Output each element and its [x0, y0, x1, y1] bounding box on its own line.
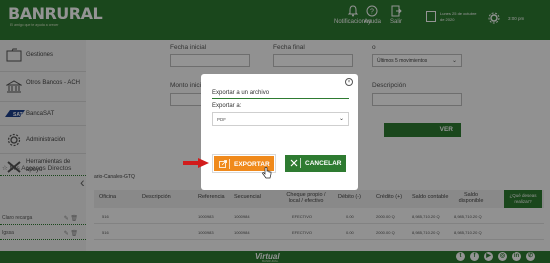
- chevron-down-icon: ⌄: [338, 116, 344, 122]
- close-icon: [290, 159, 298, 167]
- modal-title: Exportar a un archivo: [212, 90, 270, 96]
- cancel-button[interactable]: CANCELAR: [285, 155, 346, 172]
- hand-cursor-icon: [262, 167, 272, 179]
- export-modal: × Exportar a un archivo Exportar a: PDF …: [201, 74, 358, 190]
- export-format-value: PDF: [217, 117, 226, 122]
- export-format-select[interactable]: PDF ⌄: [212, 112, 349, 126]
- title-underline: [212, 98, 349, 99]
- export-format-label: Exportar a:: [212, 103, 242, 109]
- export-icon: [219, 160, 227, 168]
- cancel-button-label: CANCELAR: [305, 160, 342, 167]
- button-divider: [300, 158, 301, 168]
- close-icon[interactable]: ×: [345, 78, 353, 86]
- button-divider: [229, 159, 230, 169]
- red-arrow-icon: [183, 158, 209, 168]
